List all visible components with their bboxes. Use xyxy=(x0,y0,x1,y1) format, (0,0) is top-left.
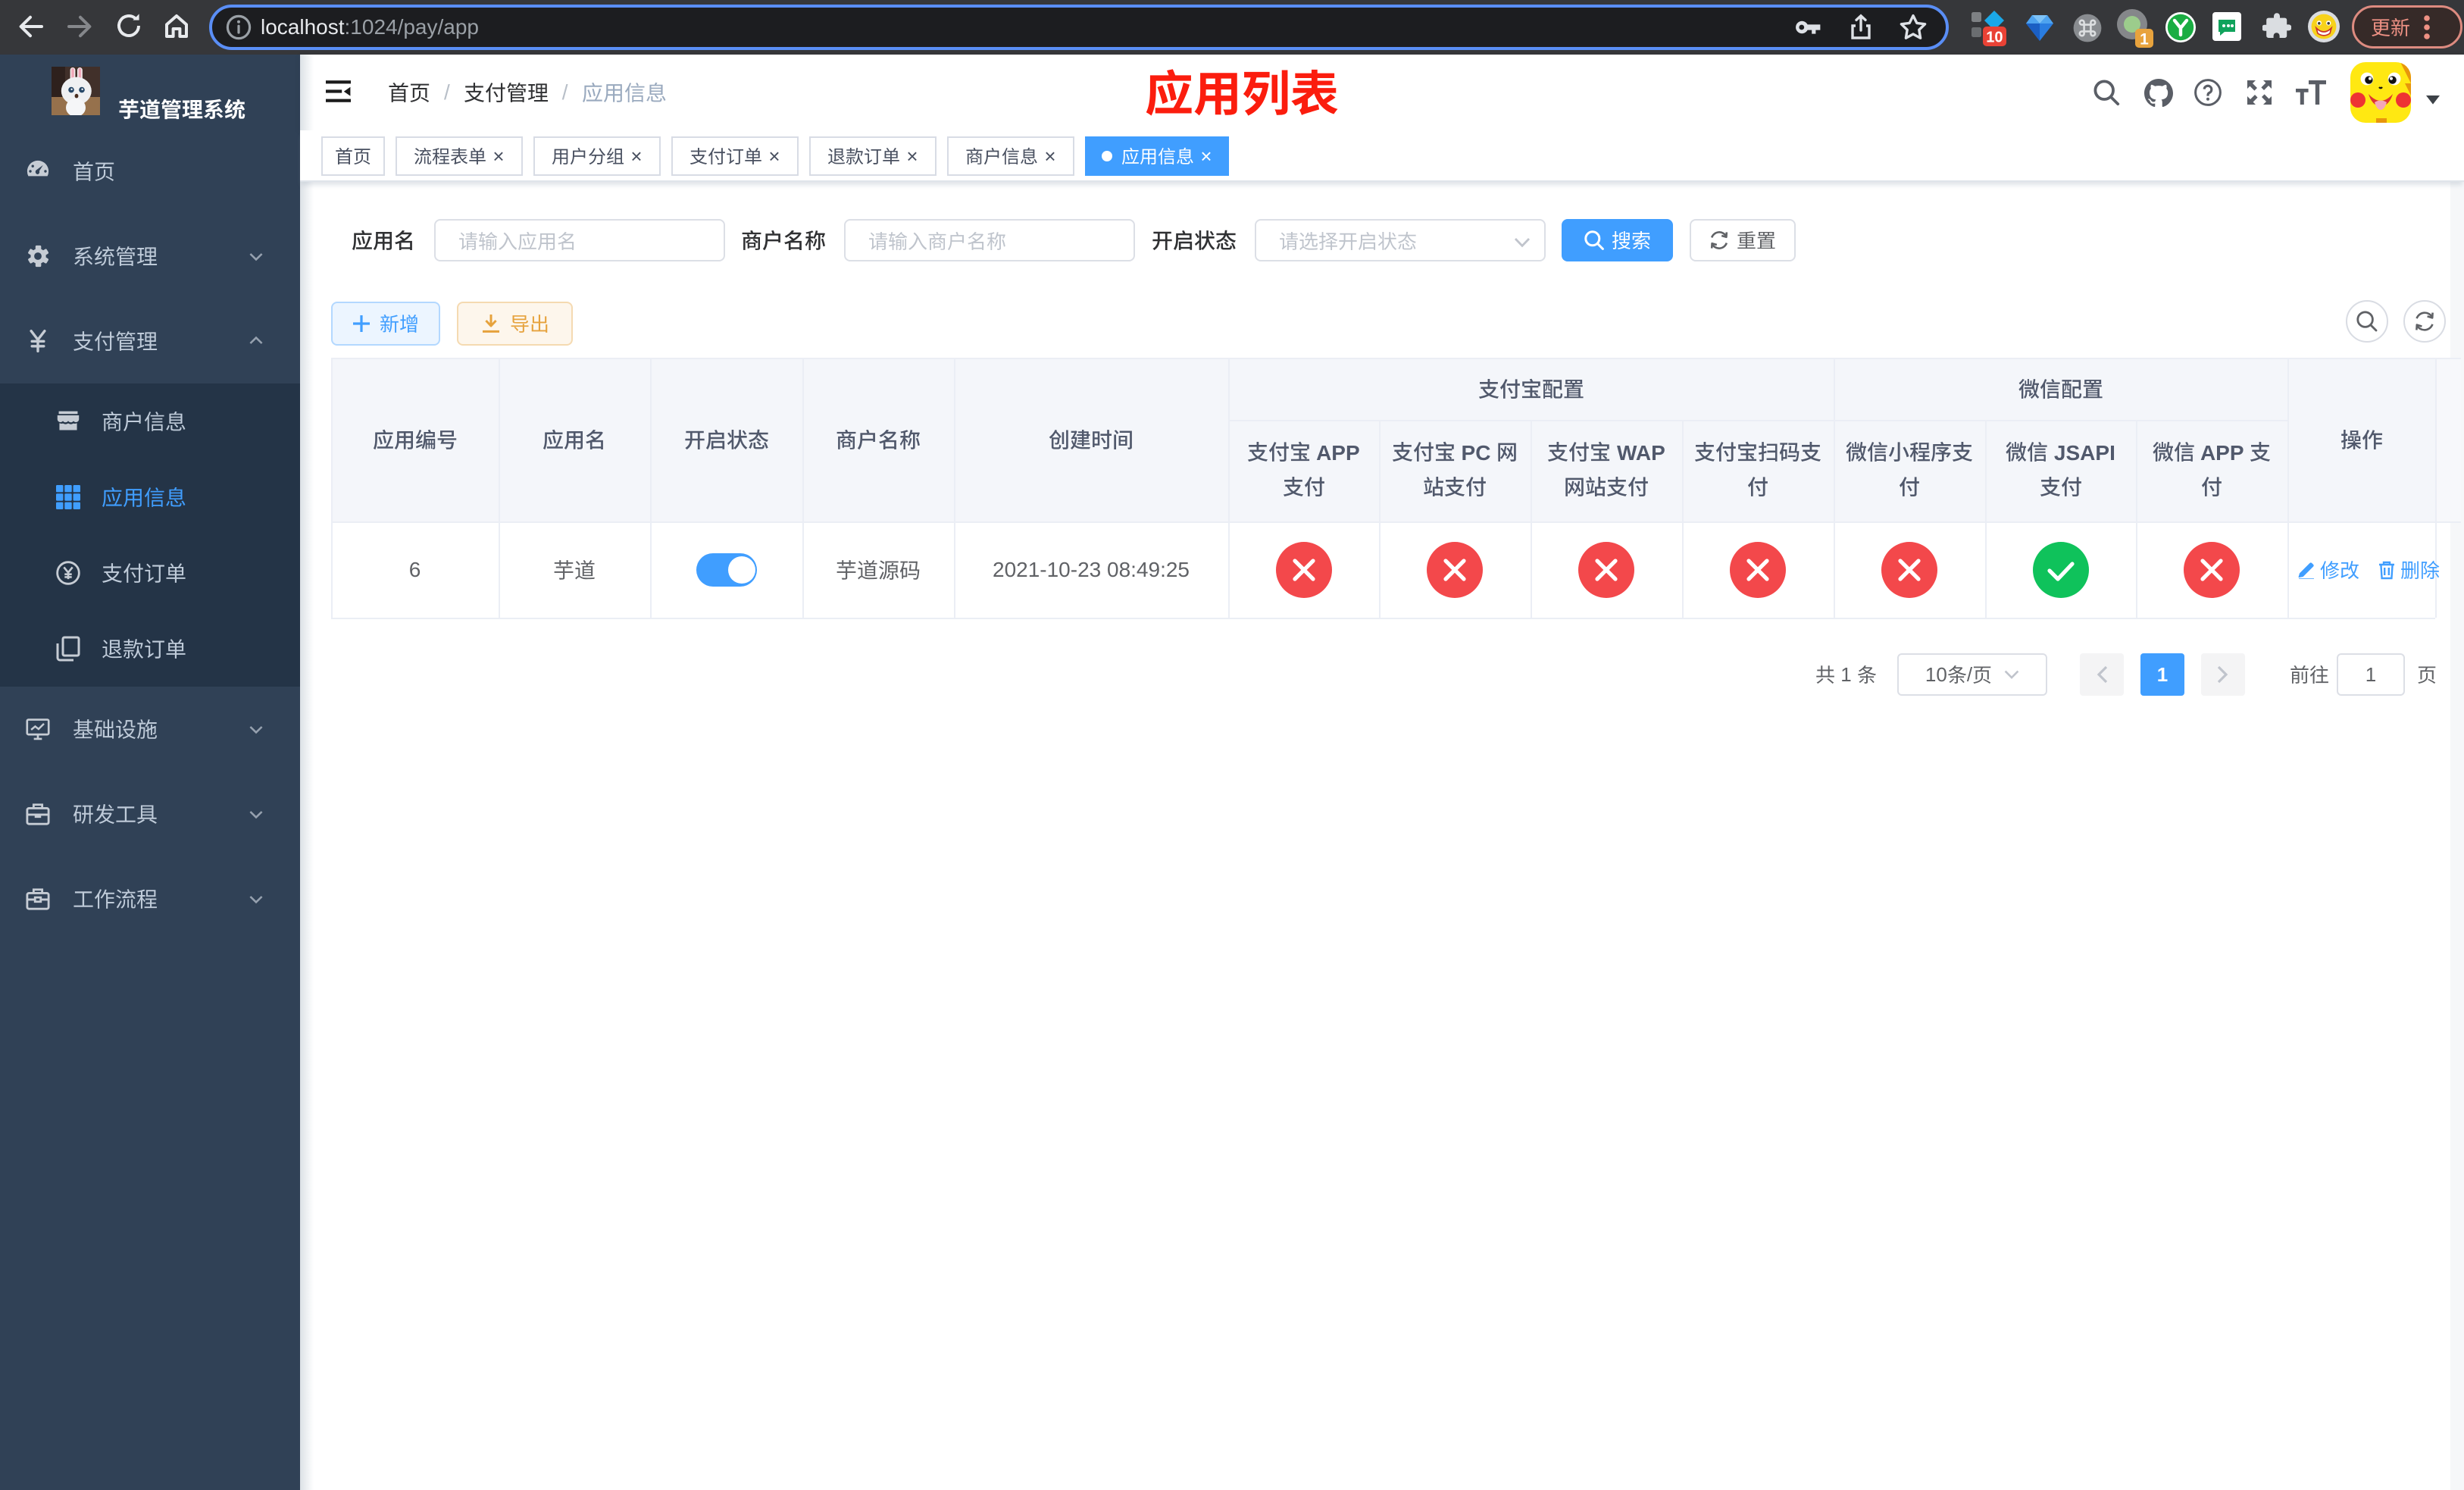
svg-text:1: 1 xyxy=(2140,30,2149,48)
svg-text:10: 10 xyxy=(1986,29,2003,45)
